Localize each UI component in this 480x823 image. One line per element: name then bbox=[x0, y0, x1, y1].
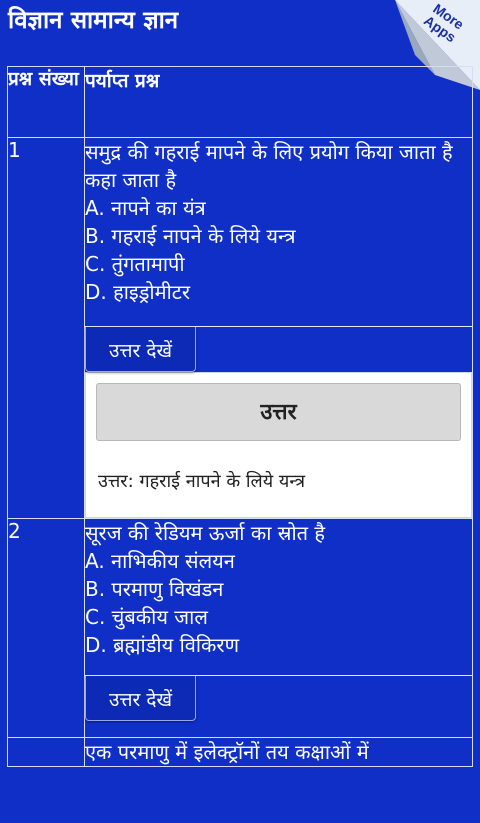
question-cell: समुद्र की गहराई मापने के लिए प्रयोग किया… bbox=[84, 137, 473, 519]
question-number: 1 bbox=[7, 137, 85, 519]
option-c: C. चुंबकीय जाल bbox=[85, 605, 208, 629]
question-number bbox=[7, 737, 85, 767]
show-answer-button[interactable]: उत्तर देखें bbox=[85, 327, 196, 372]
option-a: A. नाभिकीय संलयन bbox=[85, 549, 235, 573]
question-cell: सूरज की रेडियम ऊर्जा का स्रोत है A. नाभि… bbox=[84, 518, 473, 738]
option-b: B. परमाणु विखंडन bbox=[85, 577, 224, 601]
question-table: प्रश्न संख्या पर्याप्त प्रश्न 1 समुद्र क… bbox=[7, 66, 473, 767]
show-answer-button[interactable]: उत्तर देखें bbox=[85, 676, 196, 721]
answer-heading: उत्तर bbox=[96, 383, 461, 441]
table-row: 1 समुद्र की गहराई मापने के लिए प्रयोग कि… bbox=[7, 137, 473, 519]
question-text: सूरज की रेडियम ऊर्जा का स्रोत है bbox=[85, 521, 326, 545]
question-cell: एक परमाणु में इलेक्ट्रॉनों तय कक्षाओं मे… bbox=[84, 737, 473, 767]
answer-panel: उत्तर उत्तर: गहराई नापने के लिये यन्त्र bbox=[85, 372, 472, 518]
question-number: 2 bbox=[7, 518, 85, 738]
table-row: 2 सूरज की रेडियम ऊर्जा का स्रोत है A. ना… bbox=[7, 518, 473, 738]
option-c: C. तुंगतामापी bbox=[85, 252, 185, 276]
question-text: एक परमाणु में इलेक्ट्रॉनों तय कक्षाओं मे… bbox=[85, 740, 369, 764]
table-row: एक परमाणु में इलेक्ट्रॉनों तय कक्षाओं मे… bbox=[7, 737, 473, 767]
option-d: D. ब्रह्मांडीय विकिरण bbox=[85, 633, 240, 657]
column-header-question: पर्याप्त प्रश्न bbox=[84, 66, 473, 138]
option-d: D. हाइड्रोमीटर bbox=[85, 280, 191, 304]
table-header-row: प्रश्न संख्या पर्याप्त प्रश्न bbox=[7, 66, 473, 138]
app-title: विज्ञान सामान्य ज्ञान bbox=[8, 6, 179, 34]
question-text: समुद्र की गहराई मापने के लिए प्रयोग किया… bbox=[85, 140, 453, 192]
answer-text: उत्तर: गहराई नापने के लिये यन्त्र bbox=[98, 471, 306, 492]
option-a: A. नापने का यंत्र bbox=[85, 196, 206, 220]
column-header-number: प्रश्न संख्या bbox=[7, 66, 85, 138]
option-b: B. गहराई नापने के लिये यन्त्र bbox=[85, 224, 296, 248]
